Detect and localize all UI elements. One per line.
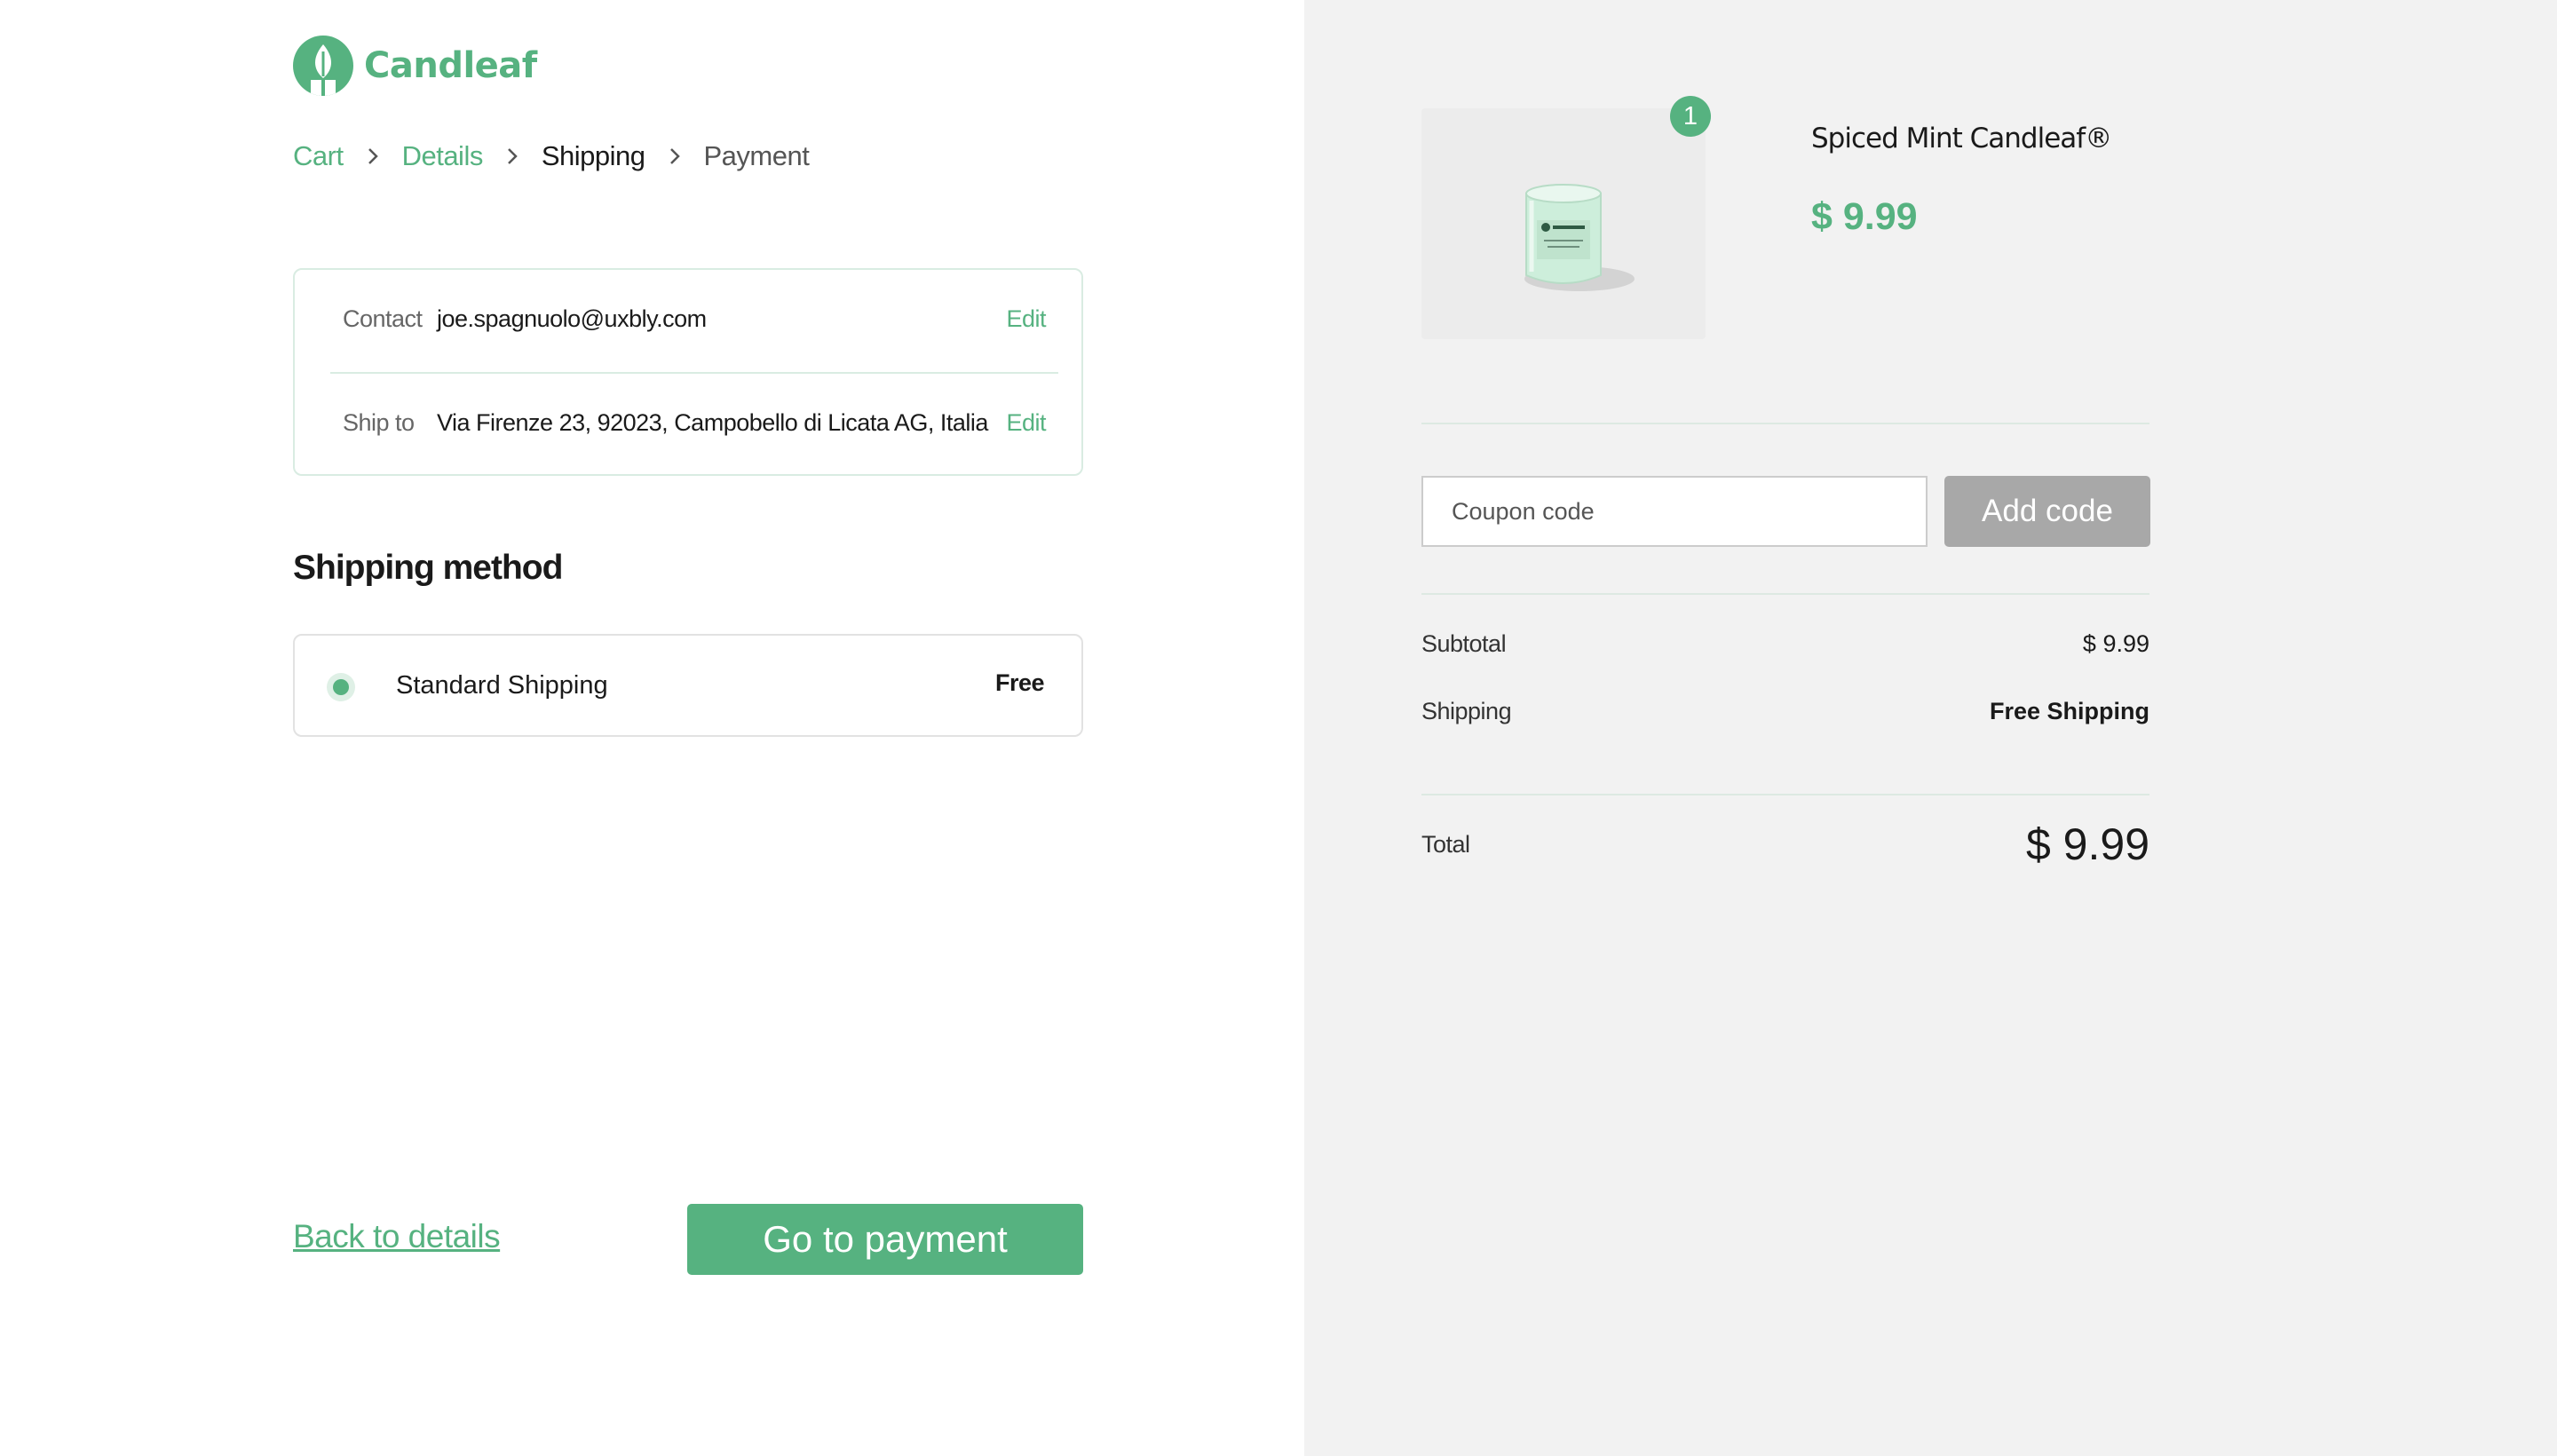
quantity-badge: 1	[1670, 96, 1711, 137]
total-label: Total	[1421, 830, 1470, 858]
divider	[330, 372, 1058, 374]
contact-row: Contact joe.spagnuolo@uxbly.com Edit	[343, 305, 1046, 333]
ship-to-row: Ship to Via Firenze 23, 92023, Campobell…	[343, 409, 1046, 437]
contact-label: Contact	[343, 305, 423, 332]
candle-jar-image	[1421, 108, 1706, 339]
divider	[1421, 593, 2149, 595]
back-to-details-link[interactable]: Back to details	[293, 1218, 501, 1255]
shipping-row: Shipping Free Shipping	[1421, 698, 2149, 725]
leaf-candle-icon	[293, 36, 353, 96]
order-info-box: Contact joe.spagnuolo@uxbly.com Edit Shi…	[293, 268, 1083, 476]
shipping-radio-selected[interactable]	[327, 673, 355, 701]
total-row: Total $ 9.99	[1421, 819, 2149, 870]
breadcrumb: Cart Details Shipping Payment	[293, 140, 810, 172]
chevron-right-icon	[367, 146, 379, 166]
edit-contact-link[interactable]: Edit	[1006, 305, 1046, 333]
checkout-main-panel: Candleaf Cart Details Shipping Payment C…	[0, 0, 1304, 1456]
brand-name: Candleaf	[364, 45, 537, 86]
ship-to-label: Ship to	[343, 409, 415, 436]
breadcrumb-payment: Payment	[703, 140, 810, 171]
chevron-right-icon	[506, 146, 519, 166]
go-to-payment-button[interactable]: Go to payment	[687, 1204, 1083, 1275]
shipping-label: Shipping	[1421, 698, 1512, 724]
breadcrumb-shipping: Shipping	[541, 140, 645, 171]
divider	[1421, 794, 2149, 795]
shipping-value: Free Shipping	[1989, 698, 2149, 724]
breadcrumb-cart[interactable]: Cart	[293, 140, 344, 172]
shipping-method-title: Shipping method	[293, 549, 563, 587]
subtotal-row: Subtotal $ 9.99	[1421, 630, 2149, 658]
shipping-option-price: Free	[994, 669, 1045, 696]
subtotal-label: Subtotal	[1421, 630, 1507, 657]
coupon-code-input[interactable]	[1421, 476, 1928, 547]
chevron-right-icon	[669, 146, 681, 166]
add-code-button[interactable]: Add code	[1944, 476, 2150, 547]
subtotal-value: $ 9.99	[2082, 630, 2149, 657]
brand-logo[interactable]: Candleaf	[293, 36, 537, 96]
product-name: Spiced Mint Candleaf®	[1811, 123, 2112, 154]
shipping-option-standard[interactable]: Standard Shipping Free	[293, 634, 1083, 737]
total-value: $ 9.99	[2025, 819, 2149, 869]
breadcrumb-details[interactable]: Details	[402, 140, 484, 172]
ship-to-value: Via Firenze 23, 92023, Campobello di Lic…	[437, 409, 988, 436]
product-price: $ 9.99	[1811, 195, 1918, 238]
edit-ship-to-link[interactable]: Edit	[1006, 409, 1046, 437]
divider	[1421, 423, 2149, 424]
contact-value: joe.spagnuolo@uxbly.com	[437, 305, 707, 332]
shipping-option-name: Standard Shipping	[396, 671, 608, 700]
